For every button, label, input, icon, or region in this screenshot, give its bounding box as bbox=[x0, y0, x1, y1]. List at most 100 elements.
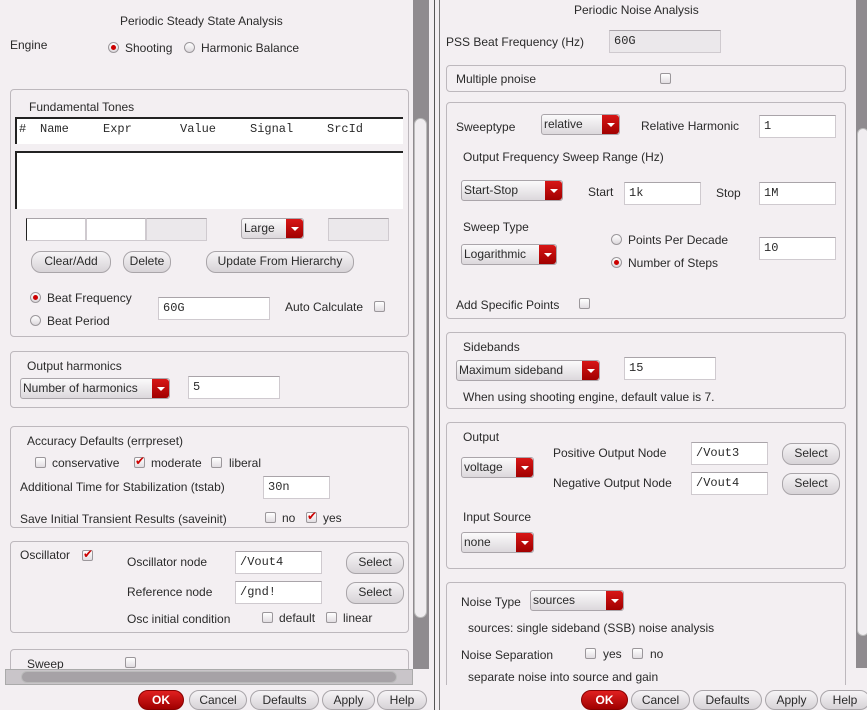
pss-defaults-button[interactable]: Defaults bbox=[250, 690, 319, 710]
osc-node-label: Oscillator node bbox=[127, 555, 208, 569]
sweep-range-label: Output Frequency Sweep Range (Hz) bbox=[463, 150, 664, 164]
osc-node-select-button[interactable]: Select bbox=[346, 552, 404, 574]
init-default-checkbox[interactable] bbox=[262, 612, 273, 623]
conservative-checkbox[interactable] bbox=[35, 457, 46, 468]
range-mode-dropdown[interactable]: Start-Stop bbox=[461, 180, 563, 201]
start-input[interactable]: 1k bbox=[624, 182, 701, 205]
col-index: # bbox=[19, 122, 27, 136]
auto-calculate-checkbox[interactable] bbox=[374, 301, 385, 312]
pss-vscroll-thumb[interactable] bbox=[414, 118, 427, 618]
noise-type-dropdown[interactable]: sources bbox=[530, 590, 624, 611]
tone-size-dropdown[interactable]: Large bbox=[241, 218, 304, 239]
pss-vertical-scrollbar[interactable] bbox=[413, 0, 429, 669]
tone-expr-input[interactable] bbox=[86, 218, 146, 241]
update-hierarchy-button[interactable]: Update From Hierarchy bbox=[206, 251, 354, 273]
pnoise-help-button[interactable]: Help bbox=[820, 690, 867, 710]
separation-yes-label: yes bbox=[603, 647, 622, 661]
chevron-down-icon bbox=[582, 361, 599, 380]
negative-node-select-button[interactable]: Select bbox=[782, 473, 840, 495]
init-linear-checkbox[interactable] bbox=[326, 612, 337, 623]
delete-button[interactable]: Delete bbox=[123, 251, 171, 273]
separation-note: separate noise into source and gain bbox=[468, 670, 659, 684]
pnoise-cancel-button[interactable]: Cancel bbox=[631, 690, 690, 710]
saveinit-yes-checkbox[interactable] bbox=[306, 509, 317, 523]
harmonics-value-input[interactable]: 5 bbox=[188, 376, 280, 399]
tstab-input[interactable]: 30n bbox=[263, 476, 330, 499]
moderate-checkbox[interactable] bbox=[134, 454, 145, 468]
sweep-type-label: Sweep Type bbox=[463, 220, 529, 234]
beat-period-label: Beat Period bbox=[47, 314, 110, 328]
multiple-pnoise-checkbox[interactable] bbox=[660, 73, 671, 84]
pss-horizontal-scrollbar[interactable] bbox=[5, 669, 413, 685]
ref-node-select-button[interactable]: Select bbox=[346, 582, 404, 604]
pss-ok-button[interactable]: OK bbox=[138, 690, 184, 710]
number-of-steps-label: Number of Steps bbox=[628, 256, 719, 270]
harmonics-mode-dropdown[interactable]: Number of harmonics bbox=[20, 378, 170, 399]
positive-node-input[interactable]: /Vout3 bbox=[691, 442, 768, 465]
separation-no-label: no bbox=[650, 647, 664, 661]
sidebands-mode-dropdown[interactable]: Maximum sideband bbox=[456, 360, 600, 381]
beat-frequency-label: Beat Frequency bbox=[47, 291, 132, 305]
input-source-dropdown[interactable]: none bbox=[461, 532, 534, 553]
window-divider bbox=[434, 0, 440, 710]
pss-cancel-button[interactable]: Cancel bbox=[189, 690, 247, 710]
add-points-checkbox[interactable] bbox=[579, 298, 590, 309]
negative-node-input[interactable]: /Vout4 bbox=[691, 472, 768, 495]
separation-yes-checkbox[interactable] bbox=[585, 648, 596, 659]
beat-frequency-radio[interactable] bbox=[30, 292, 41, 303]
sweep-checkbox[interactable] bbox=[125, 657, 136, 668]
engine-hb-radio[interactable] bbox=[184, 42, 195, 53]
tstab-label: Additional Time for Stabilization (tstab… bbox=[20, 480, 225, 494]
start-label: Start bbox=[588, 185, 614, 199]
oscillator-checkbox[interactable] bbox=[82, 547, 93, 561]
positive-node-select-button[interactable]: Select bbox=[782, 443, 840, 465]
separation-no-checkbox[interactable] bbox=[632, 648, 643, 659]
ref-node-input[interactable]: /gnd! bbox=[235, 581, 322, 604]
stop-input[interactable]: 1M bbox=[759, 182, 836, 205]
tones-title: Fundamental Tones bbox=[29, 100, 135, 114]
steps-input[interactable]: 10 bbox=[759, 237, 836, 260]
sweep-type-dropdown[interactable]: Logarithmic bbox=[461, 244, 557, 265]
beat-value-input[interactable]: 60G bbox=[158, 297, 270, 320]
pnoise-vscroll-thumb[interactable] bbox=[857, 128, 867, 636]
chevron-down-icon bbox=[539, 245, 556, 264]
pnoise-ok-button[interactable]: OK bbox=[581, 690, 628, 710]
chevron-down-icon bbox=[602, 115, 619, 134]
chevron-down-icon bbox=[516, 458, 533, 477]
relative-harmonic-input[interactable]: 1 bbox=[759, 115, 836, 138]
pss-hscroll-thumb[interactable] bbox=[21, 671, 397, 683]
range-mode-value: Start-Stop bbox=[464, 183, 519, 197]
harmonics-title: Output harmonics bbox=[27, 359, 122, 373]
pnoise-apply-button[interactable]: Apply bbox=[765, 690, 818, 710]
engine-shooting-label: Shooting bbox=[125, 41, 173, 55]
pnoise-title: Periodic Noise Analysis bbox=[574, 3, 699, 17]
points-per-decade-radio[interactable] bbox=[611, 234, 622, 245]
chevron-down-icon bbox=[152, 379, 169, 398]
tone-name-input[interactable] bbox=[26, 218, 86, 241]
stop-label: Stop bbox=[716, 186, 741, 200]
clear-add-button[interactable]: Clear/Add bbox=[31, 251, 111, 273]
pss-help-button[interactable]: Help bbox=[377, 690, 427, 710]
liberal-checkbox[interactable] bbox=[211, 457, 222, 468]
sidebands-input[interactable]: 15 bbox=[624, 357, 716, 380]
liberal-label: liberal bbox=[229, 456, 262, 470]
pss-apply-button[interactable]: Apply bbox=[322, 690, 375, 710]
number-of-steps-radio[interactable] bbox=[611, 257, 622, 268]
beat-period-radio[interactable] bbox=[30, 315, 41, 326]
saveinit-no-checkbox[interactable] bbox=[265, 512, 276, 523]
pnoise-vertical-scrollbar[interactable] bbox=[856, 0, 867, 668]
init-linear-label: linear bbox=[343, 611, 373, 625]
engine-shooting-radio[interactable] bbox=[108, 42, 119, 53]
multiple-pnoise-label: Multiple pnoise bbox=[456, 72, 537, 86]
conservative-label: conservative bbox=[52, 456, 120, 470]
osc-node-input[interactable]: /Vout4 bbox=[235, 551, 322, 574]
ref-node-label: Reference node bbox=[127, 585, 213, 599]
sweeptype-dropdown[interactable]: relative bbox=[541, 114, 620, 135]
pnoise-defaults-button[interactable]: Defaults bbox=[693, 690, 762, 710]
saveinit-yes-label: yes bbox=[323, 511, 342, 525]
output-type-dropdown[interactable]: voltage bbox=[461, 457, 534, 478]
auto-calculate-label: Auto Calculate bbox=[285, 300, 364, 314]
chevron-down-icon bbox=[286, 219, 303, 238]
col-value: Value bbox=[180, 122, 217, 136]
tones-list[interactable] bbox=[15, 151, 403, 209]
